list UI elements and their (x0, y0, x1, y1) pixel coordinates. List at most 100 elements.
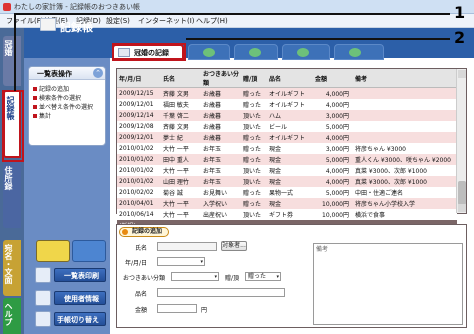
direction-label: 贈/頂 (225, 275, 240, 282)
table-cell: 現金 (267, 175, 313, 187)
user-info-label: 使用者情報 (64, 295, 99, 303)
rail-tab-address[interactable]: 住所録 (3, 162, 21, 228)
collapse-icon[interactable]: ⌃ (93, 68, 103, 78)
table-cell: 3,000円 (313, 109, 353, 121)
table-cell: 5,000円 (313, 186, 353, 198)
form-title-label: 記録の追加 (132, 228, 163, 235)
switch-book-label: 手帳切り替え (57, 316, 99, 324)
table-cell: 贈った (241, 186, 267, 198)
tab-5[interactable] (334, 44, 384, 60)
tab-4[interactable] (282, 44, 330, 60)
column-header[interactable]: おつきあい分類 (201, 69, 241, 88)
table-row[interactable]: 2009/12/01 福田 敏夫 お歳暮 贈った オイルギフト 4,000円 (117, 98, 457, 110)
print-list-button[interactable]: 一覧表印刷 (35, 267, 106, 283)
table-cell: 贈った (241, 153, 267, 165)
bullet-icon (33, 96, 37, 100)
table-cell: 2010/01/02 (117, 153, 161, 165)
table-row[interactable]: 2009/12/15 斉藤 文男 お歳暮 贈った オイルギフト 4,000円 (117, 87, 457, 99)
table-cell: 大竹 一平 (161, 197, 201, 209)
ops-item-label: 検索条件の選択 (39, 95, 82, 102)
ops-item-summary[interactable]: 集計 (33, 111, 51, 120)
callout-number-2: 2 (454, 28, 466, 47)
column-header[interactable]: 品名 (267, 69, 313, 88)
rail-tab-address-label: 住所録 (4, 166, 13, 190)
table-row[interactable]: 2009/12/01 夢士 紀お歳暮 贈った オイルギフト 4,000円 (117, 131, 457, 143)
ops-item-sort[interactable]: 並べ替え条件の選択 (33, 102, 93, 111)
table-cell: 現金 (267, 197, 313, 209)
menu-internet[interactable]: インターネット(I) (138, 16, 195, 26)
category-select[interactable]: ▾ (171, 272, 219, 281)
table-row[interactable]: 2009/12/08 斉藤 文男 お歳暮 頂いた ビール 5,000円 (117, 120, 457, 132)
list-operations-panel: 一覧表操作 ⌃ 記録の追加 検索条件の選択 並べ替え条件の選択 集計 (28, 66, 106, 146)
table-row[interactable]: 2010/01/02 大竹 一平 お年玉 贈った 現金 3,000円 将彦ちゃん ¥3000 (117, 142, 457, 154)
ops-header: 一覧表操作 ⌃ (29, 67, 105, 80)
etiquette-button[interactable] (72, 240, 106, 262)
column-header[interactable]: 贈/頂 (241, 69, 267, 88)
rail-tab-names[interactable]: 宛名・文面 (3, 240, 21, 296)
user-info-button[interactable]: 使用者情報 (35, 290, 106, 306)
scroll-up-icon[interactable] (458, 70, 466, 78)
table-cell: 重人くん ¥3000、咲ちゃん ¥2000 (353, 153, 457, 165)
table-cell: 現金 (267, 153, 313, 165)
item-field[interactable] (157, 288, 285, 297)
table-cell: お歳暮 (201, 120, 241, 132)
table-row[interactable]: 2010/01/02 大竹 一平 お年玉 頂いた 現金 4,000円 真菜 ¥3000、次郎… (117, 164, 457, 176)
table-scrollbar[interactable] (456, 69, 466, 213)
calendar-icon: ▾ (200, 259, 203, 265)
table-cell: 果物一式 (267, 186, 313, 198)
ceremony-guide-button[interactable] (36, 240, 70, 262)
recipient-button[interactable]: 対象者... (221, 241, 247, 251)
table-cell: 夢士 紀 (161, 131, 201, 143)
bullet-icon (33, 105, 37, 109)
table-row[interactable]: 2010/02/02 菊谷 誠お見舞い 贈った 果物一式 5,000円 中田・住適ご連名 (117, 186, 457, 198)
menu-help[interactable]: ヘルプ(H) (196, 16, 228, 26)
table-cell: 2010/02/02 (117, 186, 161, 198)
table-cell: 4,000円 (313, 87, 353, 99)
table-cell (353, 87, 457, 99)
ops-item-add-record[interactable]: 記録の追加 (33, 84, 69, 93)
highlight-records-tab (2, 90, 24, 162)
table-cell: 2010/01/02 (117, 164, 161, 176)
table-cell: お歳暮 (201, 87, 241, 99)
table-cell: 頂いた (241, 208, 267, 220)
amount-field[interactable] (157, 304, 197, 313)
table-row[interactable]: 2010/01/02 山田 理竹 お年玉 頂いた 現金 4,000円 真菜 ¥3000、次郎… (117, 175, 457, 187)
table-cell: 贈った (241, 197, 267, 209)
table-row[interactable]: 2010/01/02 田中 重人 お年玉 贈った 現金 5,000円 重人くん ¥3000、… (117, 153, 457, 165)
table-cell: 4,000円 (313, 164, 353, 176)
column-header[interactable]: 金額 (313, 69, 353, 88)
switch-book-button[interactable]: 手帳切り替え (35, 311, 106, 327)
notebook-icon (35, 311, 51, 327)
date-field[interactable]: ▾ (157, 257, 205, 266)
column-header[interactable]: 備考 (353, 69, 457, 88)
direction-select[interactable]: 贈った ▾ (245, 272, 281, 281)
table-row[interactable]: 2010/04/01 大竹 一平 入学祝い 贈った 現金 10,000円 将彦ちゃん小学校入… (117, 197, 457, 209)
table-cell: 5,000円 (313, 120, 353, 132)
tab-3[interactable] (234, 44, 278, 60)
table-cell: 2010/06/14 (117, 208, 161, 220)
ops-item-search[interactable]: 検索条件の選択 (33, 93, 81, 102)
column-header[interactable]: 年/月/日 (117, 69, 161, 88)
rail-tab-help[interactable]: ヘルプ (3, 298, 21, 334)
rail-tab-top[interactable]: 冠婚 (3, 36, 21, 86)
menu-file[interactable]: ファイル(F) (6, 16, 44, 26)
column-header[interactable]: 氏名 (161, 69, 201, 88)
notes-field[interactable] (313, 243, 463, 325)
table-cell: 頂いた (241, 120, 267, 132)
tab-2[interactable] (188, 44, 230, 60)
table-row[interactable]: 2009/12/14 千葉 啓二 お歳暮 頂いた ハム 3,000円 (117, 109, 457, 121)
notes-label: 備考 (316, 246, 329, 253)
table-cell: 贈った (241, 131, 267, 143)
name-label: 氏名 (135, 245, 148, 252)
table-cell: 3,000円 (313, 142, 353, 154)
menu-settings[interactable]: 設定(S) (106, 16, 130, 26)
user-icon (35, 290, 51, 306)
table-row[interactable]: 2010/06/14 大竹 一平 出産祝い 頂いた ギフト券 10,000円 横浜で食事 (117, 208, 457, 220)
table-cell: 横浜で食事 (353, 208, 457, 220)
scroll-thumb[interactable] (458, 181, 466, 205)
table-cell: 贈った (241, 142, 267, 154)
ops-title: 一覧表操作 (37, 70, 72, 78)
name-field[interactable] (157, 242, 217, 251)
scroll-down-icon[interactable] (458, 204, 466, 212)
table-cell: 4,000円 (313, 131, 353, 143)
